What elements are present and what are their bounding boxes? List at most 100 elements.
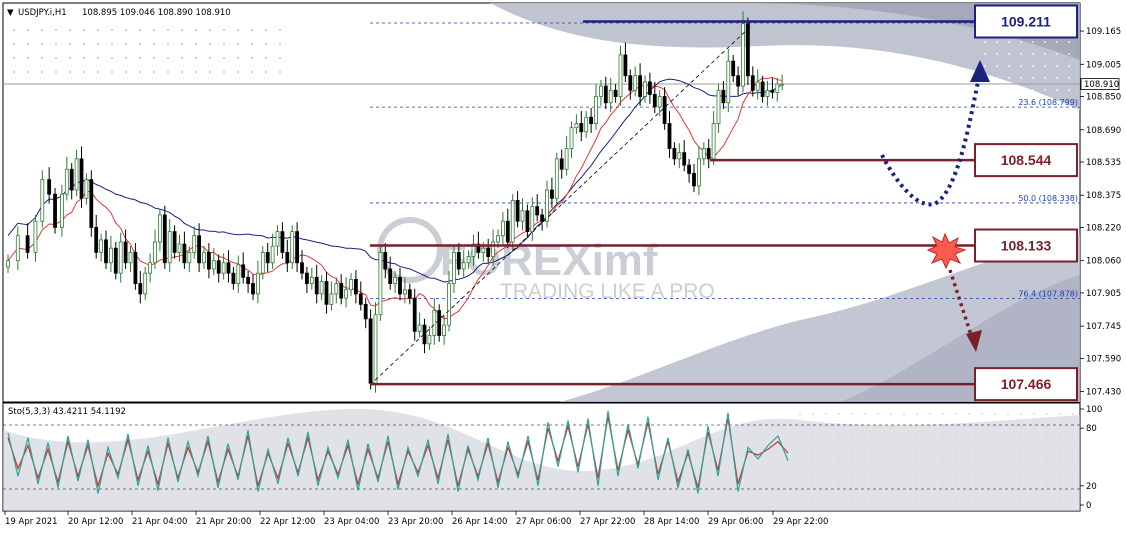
candle-body [349,278,353,291]
candle-body [113,247,118,274]
candle-body [53,193,57,228]
candle-body [417,324,422,332]
candle-body [550,189,554,199]
candle-body [363,303,368,320]
current-price-tag: 108.910 [1080,78,1120,90]
time-tick-label: 29 Apr 06:00 [708,517,763,527]
symbol-label: USDJPY.i,H1 [18,8,67,18]
candle-body [525,210,530,232]
candle-body [643,81,647,97]
candle-body [167,231,172,264]
candle-body [765,89,770,97]
candle-body [153,241,157,264]
candle-body [711,123,716,160]
candle-body [236,264,241,284]
candle-body [515,200,520,222]
candle-body [373,314,378,384]
candle-body [241,264,246,278]
candle-body [564,148,569,170]
candle-body [682,152,687,166]
candle-body [677,152,682,160]
candle-body [437,310,442,336]
candle-body [716,89,721,124]
time-axis: 19 Apr 2021 20 Apr 12:00 21 Apr 04:00 21 Ap… [4,511,828,527]
candle-body [265,251,270,264]
price-tick-label: 108.850 [1086,93,1121,103]
candle-body [270,245,275,264]
candle-body [721,89,726,104]
candle-body [123,241,128,264]
candle-body [177,243,182,253]
stoch-axis: 100 80 20 0 [1080,405,1102,511]
candle-body [64,168,69,195]
stoch-title: Sto(5,3,3) 43.4211 54.1192 [8,407,126,417]
candle-body [84,179,89,199]
time-tick-label: 27 Apr 22:00 [580,517,635,527]
candle-body [118,241,123,274]
candle-body [393,276,398,284]
candle-body [104,239,108,264]
price-tick-label: 108.220 [1086,223,1121,233]
time-tick-label: 23 Apr 04:00 [324,517,379,527]
candle-body [329,293,334,305]
candle-body [559,158,564,170]
candle-body [344,289,349,299]
candle-body [402,289,407,295]
price-tick-label: 108.060 [1086,257,1121,267]
svg-text:108.910: 108.910 [1084,80,1119,90]
candle-body [368,318,373,384]
candle-body [692,173,696,187]
candle-body [481,247,486,253]
candle-body [603,85,608,104]
candle-body [324,281,329,305]
candle-body [687,164,691,174]
candle-body [319,281,324,295]
candle-body [47,179,52,195]
price-tick-label: 109.165 [1086,27,1121,37]
candle-body [40,179,45,222]
candle-body [755,81,760,91]
candle-body [662,96,667,124]
collapse-arrow-icon[interactable]: ▼ [7,8,14,18]
candle-body [530,206,535,232]
candle-body [520,210,525,222]
fib-label: 50.0 (108.338) [1018,194,1078,203]
candle-body [589,116,593,124]
candle-body [255,272,260,295]
candle-body [69,168,74,191]
candle-body [109,247,113,264]
candle-body [500,220,505,237]
watermark-brand: FOREXimf [440,236,658,285]
time-tick-label: 19 Apr 2021 [5,517,58,527]
candle-body [60,193,64,228]
candle-body [187,251,192,264]
price-tick-label: 107.590 [1086,354,1121,364]
price-chart[interactable]: FOREXimf TRADING LIKE A PRO 23.6 (108.79… [0,0,1126,534]
candle-body [192,235,197,253]
price-tick-label: 107.905 [1086,289,1121,299]
candle-body [143,272,148,295]
candle-body [304,272,309,284]
candle-body [197,235,202,264]
candle-body [89,179,94,228]
candle-body [290,231,295,264]
candle-body [736,75,740,87]
time-tick-label: 27 Apr 06:00 [516,517,571,527]
candle-body [407,289,412,299]
candle-body [633,75,638,91]
time-tick-label: 21 Apr 04:00 [132,517,187,527]
candle-body [451,251,456,284]
candle-body [378,251,383,316]
candle-body [211,260,216,270]
candle-body [162,214,167,264]
candle-body [15,235,20,262]
candle-body [706,148,711,160]
candle-body [246,276,251,284]
level-label: 108.133 [1001,238,1052,254]
fib-label: 76.4 (107.878) [1018,290,1078,299]
price-tick-label: 108.535 [1086,158,1121,168]
ohlc-values: 108.895 109.046 108.890 108.910 [82,8,231,18]
candle-body [79,158,84,199]
candle-body [496,235,500,243]
stoch-tick-label: 0 [1086,501,1091,511]
